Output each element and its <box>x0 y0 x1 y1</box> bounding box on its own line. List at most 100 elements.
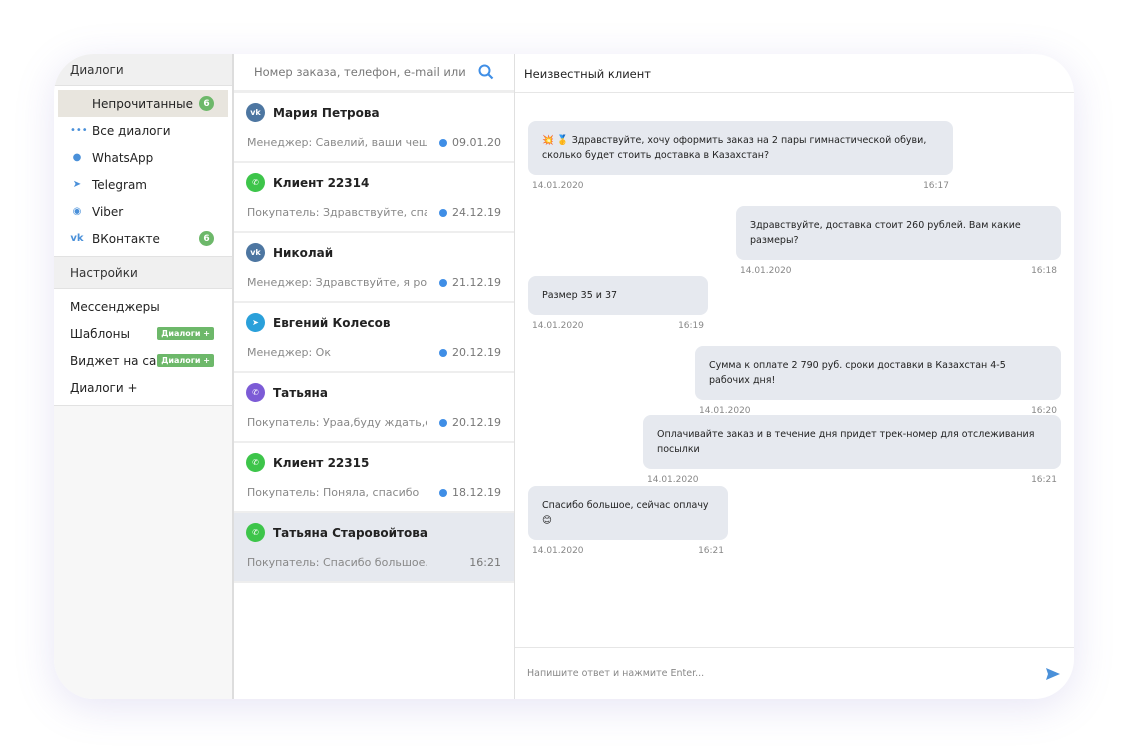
message-time: 16:18 <box>1031 266 1057 276</box>
dialogs-header: Диалоги <box>54 54 232 86</box>
conversation-item[interactable]: vk Николай Менеджер: Здравствуйте, я ро..… <box>234 233 514 303</box>
unread-dot <box>439 208 448 217</box>
message-date: 14.01.2020 <box>740 266 792 276</box>
viber-icon: ✆ <box>246 383 265 402</box>
send-icon[interactable] <box>1046 667 1060 680</box>
sidebar-item-all[interactable]: ••• Все диалоги <box>58 117 228 144</box>
label: Диалоги + <box>70 380 138 395</box>
conversation-date: 16:21 <box>469 556 501 569</box>
sidebar-item-viber[interactable]: ◉ Viber <box>58 198 228 225</box>
outgoing-message: Здравствуйте, доставка стоит 260 рублей.… <box>736 206 1061 279</box>
label: Viber <box>92 204 124 219</box>
search-icon[interactable] <box>478 64 494 80</box>
incoming-message: Размер 35 и 37 14.01.2020 16:19 <box>528 276 708 334</box>
contact-name: Татьяна Старовойтова <box>273 525 428 540</box>
message-preview: Покупатель: Ураа,буду ждать,с... <box>247 416 427 429</box>
label: ВКонтакте <box>92 231 160 246</box>
sidebar-item-telegram[interactable]: ➤ Telegram <box>58 171 228 198</box>
label: Виджет на сайт <box>70 353 172 368</box>
label: Все диалоги <box>92 123 171 138</box>
message-bubble: Сумма к оплате 2 790 руб. сроки доставки… <box>695 346 1061 400</box>
conversation-date: 20.12.19 <box>452 416 501 429</box>
reply-placeholder: Напишите ответ и нажмите Enter... <box>527 668 705 679</box>
conversation-item[interactable]: vk Мария Петрова Менеджер: Савелий, ваши … <box>234 93 514 163</box>
conversation-list: Номер заказа, телефон, e-mail или vk Мари… <box>234 54 515 699</box>
outgoing-message: Сумма к оплате 2 790 руб. сроки доставки… <box>695 346 1061 419</box>
sidebar: Диалоги Непрочитанные 6 ••• Все диалоги ● W… <box>54 54 234 699</box>
telegram-icon: ➤ <box>246 313 265 332</box>
whatsapp-icon: ● <box>72 152 82 163</box>
contact-name: Клиент 22315 <box>273 455 370 470</box>
message-bubble: 💥 🥇 Здравствуйте, хочу оформить заказ на… <box>528 121 953 175</box>
conversation-date: 20.12.19 <box>452 346 501 359</box>
app-window: Диалоги Непрочитанные 6 ••• Все диалоги ● W… <box>54 54 1074 699</box>
message-date: 14.01.2020 <box>532 181 584 191</box>
dots-icon: ••• <box>70 125 88 136</box>
conversation-item[interactable]: ✆ Клиент 22315 Покупатель: Поняла, спасиб… <box>234 443 514 513</box>
contact-name: Николай <box>273 245 334 260</box>
message-preview: Менеджер: Ок <box>247 346 331 359</box>
unread-badge: 6 <box>199 96 214 111</box>
viber-icon: ◉ <box>72 206 82 217</box>
sidebar-item-unread[interactable]: Непрочитанные 6 <box>58 90 228 117</box>
unread-dot <box>439 348 448 357</box>
vk-badge: 6 <box>199 231 214 246</box>
label: Мессенджеры <box>70 299 160 314</box>
telegram-icon: ➤ <box>72 179 82 190</box>
message-time: 16:19 <box>678 321 704 331</box>
message-bubble: Здравствуйте, доставка стоит 260 рублей.… <box>736 206 1061 260</box>
message-bubble: Спасибо большое, сейчас оплачу 😊 <box>528 486 728 540</box>
message-preview: Менеджер: Здравствуйте, я ро... <box>247 276 427 289</box>
settings-templates[interactable]: Шаблоны Диалоги + <box>58 320 228 347</box>
label: Непрочитанные <box>92 96 193 111</box>
conversation-date: 09.01.20 <box>452 136 501 149</box>
conversation-item[interactable]: ➤ Евгений Колесов Менеджер: Ок 20.12.19 <box>234 303 514 373</box>
settings-messengers[interactable]: Мессенджеры <box>58 293 228 320</box>
outgoing-message: Оплачивайте заказ и в течение дня придет… <box>643 415 1061 488</box>
contact-name: Евгений Колесов <box>273 315 391 330</box>
message-date: 14.01.2020 <box>532 321 584 331</box>
unread-dot <box>439 418 448 427</box>
settings-dialogs-plus[interactable]: Диалоги + <box>58 374 228 401</box>
vk-icon: vk <box>246 103 265 122</box>
chat-title: Неизвестный клиент <box>515 54 1074 93</box>
unread-dot <box>439 138 448 147</box>
label: Шаблоны <box>70 326 130 341</box>
sidebar-item-vk[interactable]: vk ВКонтакте 6 <box>58 225 228 252</box>
unread-dot <box>439 488 448 497</box>
message-date: 14.01.2020 <box>532 546 584 556</box>
conversation-item[interactable]: ✆ Татьяна Старовойтова Покупатель: Спасиб… <box>234 513 514 583</box>
message-bubble: Оплачивайте заказ и в течение дня придет… <box>643 415 1061 469</box>
contact-name: Татьяна <box>273 385 328 400</box>
plan-tag: Диалоги + <box>157 354 214 367</box>
whatsapp-icon: ✆ <box>246 173 265 192</box>
reply-input[interactable]: Напишите ответ и нажмите Enter... <box>515 647 1074 699</box>
message-preview: Покупатель: Спасибо большое... <box>247 556 427 569</box>
message-bubble: Размер 35 и 37 <box>528 276 708 315</box>
label: WhatsApp <box>92 150 154 165</box>
contact-name: Клиент 22314 <box>273 175 370 190</box>
plan-tag: Диалоги + <box>157 327 214 340</box>
settings-widget[interactable]: Виджет на сайт Диалоги + <box>58 347 228 374</box>
message-time: 16:17 <box>923 181 949 191</box>
whatsapp-icon: ✆ <box>246 523 265 542</box>
message-area: 💥 🥇 Здравствуйте, хочу оформить заказ на… <box>515 93 1074 648</box>
message-preview: Покупатель: Поняла, спасибо <box>247 486 420 499</box>
sidebar-item-whatsapp[interactable]: ● WhatsApp <box>58 144 228 171</box>
search-placeholder: Номер заказа, телефон, e-mail или <box>254 65 466 79</box>
search-input[interactable]: Номер заказа, телефон, e-mail или <box>234 54 514 93</box>
message-preview: Менеджер: Савелий, ваши чеш... <box>247 136 427 149</box>
chat-panel: Неизвестный клиент 💥 🥇 Здравствуйте, хоч… <box>515 54 1074 699</box>
unread-dot <box>439 278 448 287</box>
incoming-message: 💥 🥇 Здравствуйте, хочу оформить заказ на… <box>528 121 953 194</box>
conversation-date: 21.12.19 <box>452 276 501 289</box>
message-time: 16:21 <box>698 546 724 556</box>
message-preview: Покупатель: Здравствуйте, спа... <box>247 206 427 219</box>
conversation-item[interactable]: ✆ Татьяна Покупатель: Ураа,буду ждать,с..… <box>234 373 514 443</box>
incoming-message: Спасибо большое, сейчас оплачу 😊 14.01.20… <box>528 486 728 559</box>
conversation-date: 24.12.19 <box>452 206 501 219</box>
contact-name: Мария Петрова <box>273 105 380 120</box>
settings-header: Настройки <box>54 257 232 289</box>
conversation-date: 18.12.19 <box>452 486 501 499</box>
conversation-item[interactable]: ✆ Клиент 22314 Покупатель: Здравствуйте, … <box>234 163 514 233</box>
